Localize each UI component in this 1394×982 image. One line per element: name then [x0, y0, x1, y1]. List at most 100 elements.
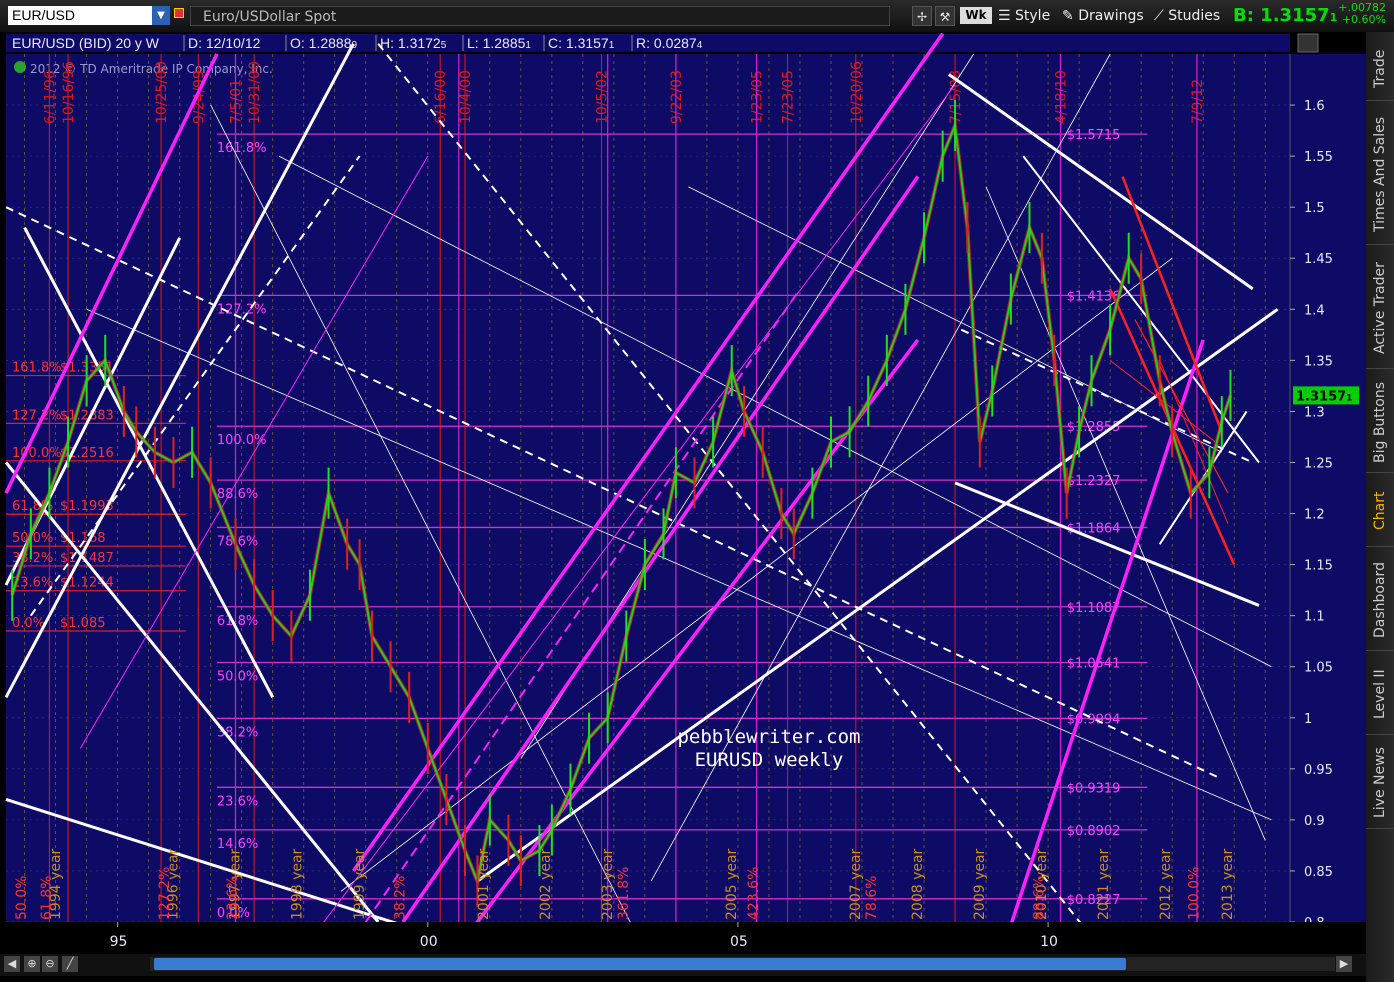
- header-field-suffix: 4: [697, 40, 703, 51]
- date-marker-label: 7/5/01: [229, 79, 245, 124]
- fib-right-label: 23.6%: [217, 794, 258, 809]
- time-fib-label: 100.0%: [1187, 867, 1203, 920]
- fib-left-label: 100.0%: [12, 446, 62, 461]
- draw-line-icon[interactable]: ╱: [62, 956, 78, 972]
- time-axis-panel: [0, 922, 1366, 954]
- fib-right-label: 88.6%: [217, 487, 258, 502]
- cycle-year-label: 2002 year: [538, 848, 554, 920]
- time-fib-label: 88.6%: [1031, 876, 1047, 920]
- studies-icon: ⟋: [1154, 8, 1164, 24]
- bid-price-value: B: 1.3157: [1233, 5, 1330, 26]
- cycle-year-label: 2011 year: [1096, 848, 1112, 920]
- cycle-year-label: 2013 year: [1220, 848, 1236, 920]
- cycle-year-label: 2003 year: [600, 848, 616, 920]
- fib-right-price: $0.8902: [1067, 824, 1121, 839]
- header-field-suffix: 1: [525, 40, 531, 51]
- zoom-out-icon[interactable]: ⊖: [42, 956, 58, 972]
- studies-button[interactable]: ⟋ Studies: [1154, 6, 1220, 26]
- time-tick-label: 95: [110, 934, 128, 950]
- watermark-line-1: pebblewriter.com: [677, 726, 860, 748]
- price-tick-label: 1.3: [1304, 405, 1325, 420]
- cycle-year-label: 1999 year: [352, 848, 368, 920]
- price-tick-label: 0.9: [1304, 814, 1325, 829]
- fib-right-top-price: $1.5715: [1067, 128, 1121, 143]
- header-field-5: C: 1.31571: [548, 35, 615, 51]
- cycle-year-label: 2007 year: [848, 848, 864, 920]
- sidebar-tab-live-news[interactable]: Live News: [1366, 738, 1394, 829]
- date-marker-label: 10/31/00: [247, 61, 263, 124]
- price-tick-label: 1.35: [1304, 354, 1333, 369]
- cycle-year-label: 2005 year: [724, 848, 740, 920]
- zoom-in-icon[interactable]: ⊕: [24, 956, 40, 972]
- sidebar-tab-big-buttons[interactable]: Big Buttons: [1366, 372, 1394, 473]
- crosshair-tool-icon[interactable]: ✢: [912, 6, 932, 26]
- date-marker-label: 10/4/00: [458, 70, 474, 124]
- time-fib-label: 50.0%: [14, 876, 30, 920]
- time-tick-label: 05: [730, 934, 748, 950]
- horizontal-scrollbar[interactable]: [150, 957, 1335, 971]
- header-field-suffix: 1: [609, 40, 615, 51]
- time-fib-label: 23.6%: [225, 876, 241, 920]
- sidebar-tab-level-ii[interactable]: Level II: [1366, 654, 1394, 735]
- date-marker-label: 10/25/00: [154, 61, 170, 124]
- sidebar-tab-dashboard[interactable]: Dashboard: [1366, 550, 1394, 651]
- time-fib-label: 127.2%: [157, 867, 173, 920]
- scroll-right-icon[interactable]: ▶: [1336, 956, 1352, 972]
- style-label: Style: [1015, 8, 1051, 24]
- fib-left-label: 161.8%: [12, 361, 62, 376]
- sidebar-tab-active-trader[interactable]: Active Trader: [1366, 248, 1394, 369]
- price-tick-label: 1.6: [1304, 99, 1325, 114]
- fib-left-label: 127.2%: [12, 408, 62, 423]
- price-axis-panel: [1290, 54, 1366, 922]
- price-chart[interactable]: EUR/USD (BID) 20 y W D: 12/10/12 O: 1.2888…: [0, 32, 1366, 954]
- chart-area[interactable]: EUR/USD (BID) 20 y W D: 12/10/12 O: 1.2888…: [0, 32, 1366, 982]
- sidebar-tab-trade[interactable]: Trade: [1366, 38, 1394, 101]
- cycle-year-label: 2012 year: [1158, 848, 1174, 920]
- fib-right-label: 161.8%: [217, 141, 267, 156]
- date-marker-label: 10/16/96: [61, 61, 77, 124]
- study-settings-icon: [1297, 33, 1319, 53]
- cycle-year-label: 2009 year: [972, 848, 988, 920]
- link-flag-icon[interactable]: [174, 8, 184, 18]
- price-tick-label: 1.55: [1304, 150, 1333, 165]
- pencil-icon: ✎: [1062, 8, 1074, 24]
- header-field-2: O: 1.28889: [290, 35, 358, 51]
- time-fib-label: 61.8%: [39, 876, 55, 920]
- symbol-input[interactable]: EUR/USD: [8, 6, 152, 25]
- price-tick-label: 1.4: [1304, 303, 1325, 318]
- fib-left-label: 0.0%: [12, 616, 45, 631]
- watermark-line-2: EURUSD weekly: [695, 749, 844, 771]
- period-button[interactable]: Wk: [960, 7, 992, 24]
- cycle-year-label: 2008 year: [910, 848, 926, 920]
- drawings-button[interactable]: ✎ Drawings: [1062, 6, 1144, 26]
- info-icon: [14, 61, 26, 73]
- date-marker-label: 6/16/00: [433, 70, 449, 124]
- style-icon: ☰: [998, 8, 1011, 24]
- date-marker-label: 10/20/06: [849, 61, 865, 124]
- style-button[interactable]: ☰ Style: [998, 6, 1050, 26]
- chart-header: EUR/USD (BID) 20 y W D: 12/10/12 O: 1.2888…: [6, 34, 1290, 52]
- price-tick-label: 1.45: [1304, 252, 1333, 267]
- wrench-icon[interactable]: ⚒: [935, 6, 955, 26]
- drawings-label: Drawings: [1078, 8, 1144, 24]
- header-field-3: H: 1.31725: [380, 35, 447, 51]
- date-marker-label: 6/11/96: [42, 70, 58, 124]
- cycle-year-label: 2001 year: [476, 848, 492, 920]
- price-tick-label: 1.25: [1304, 456, 1333, 471]
- header-field-0: EUR/USD (BID) 20 y W: [12, 35, 160, 51]
- time-fib-label: 78.6%: [864, 876, 880, 920]
- fib-right-label: 100.0%: [217, 433, 267, 448]
- sidebar-tab-chart[interactable]: Chart: [1366, 476, 1394, 547]
- header-field-1: D: 12/10/12: [188, 35, 261, 51]
- studies-label: Studies: [1168, 8, 1221, 24]
- scroll-left-icon[interactable]: ◀: [4, 956, 20, 972]
- price-tick-label: 1.1: [1304, 610, 1325, 625]
- date-marker-label: 7/9/12: [1190, 79, 1206, 124]
- chart-toolbar: EUR/USD ▼ Euro/USDollar Spot ✢ ⚒ Wk ☰ St…: [0, 0, 1394, 33]
- sidebar-tab-times-and-sales[interactable]: Times And Sales: [1366, 104, 1394, 245]
- scrollbar-thumb[interactable]: [154, 958, 1126, 970]
- time-fib-label: 361.8%: [616, 867, 632, 920]
- bid-price: B: 1.31571: [1233, 5, 1337, 26]
- symbol-dropdown-icon[interactable]: ▼: [152, 6, 170, 25]
- right-sidebar: Trade Times And Sales Active Trader Big But…: [1366, 32, 1394, 982]
